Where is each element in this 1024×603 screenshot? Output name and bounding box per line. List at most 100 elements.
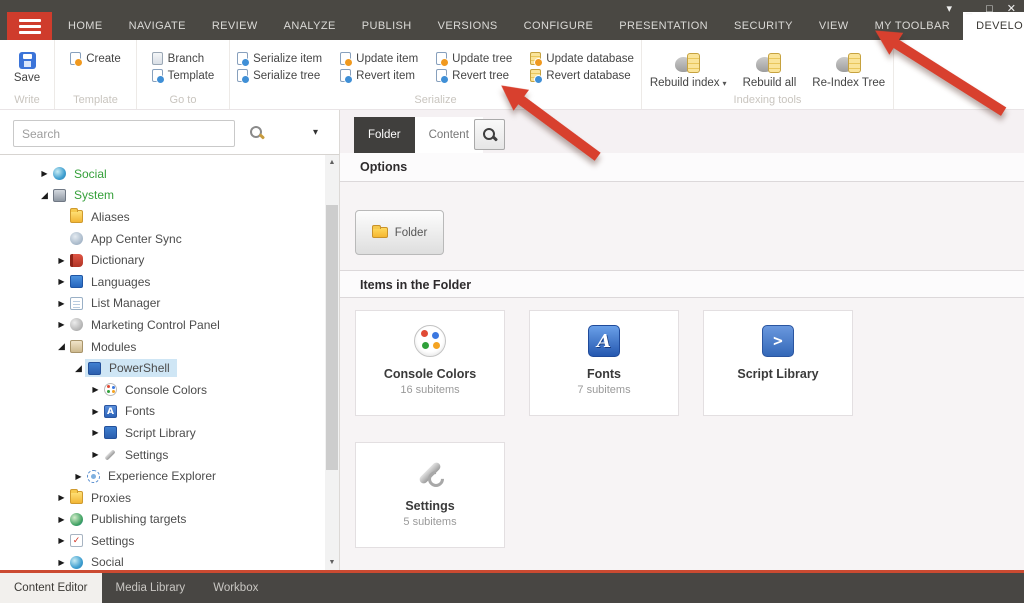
rebuild-index-button[interactable]: Rebuild index▾ bbox=[644, 50, 733, 91]
tree-item-system[interactable]: ◢System bbox=[0, 185, 325, 207]
branch-label: Branch bbox=[168, 53, 204, 65]
expand-icon[interactable]: ▶ bbox=[55, 558, 68, 567]
ribbon-tab-review[interactable]: REVIEW bbox=[199, 12, 271, 40]
explorer-icon bbox=[87, 470, 100, 483]
search-icon[interactable] bbox=[250, 126, 264, 140]
ribbon-tab-analyze[interactable]: ANALYZE bbox=[271, 12, 349, 40]
item-card-settings[interactable]: Settings5 subitems bbox=[355, 442, 505, 548]
re-index-tree-button[interactable]: Re-Index Tree bbox=[806, 50, 891, 91]
app-tab-workbox[interactable]: Workbox bbox=[199, 573, 272, 603]
tree-item-fonts[interactable]: ▶ Fonts bbox=[0, 401, 325, 423]
folder-button-label: Folder bbox=[395, 227, 428, 239]
expand-icon[interactable]: ▶ bbox=[55, 493, 68, 502]
tree-item-settings[interactable]: ▶Settings bbox=[0, 444, 325, 466]
tree-item-languages[interactable]: ▶Languages bbox=[0, 271, 325, 293]
revert-item-label: Revert item bbox=[356, 70, 415, 82]
expand-icon[interactable]: ▶ bbox=[89, 385, 102, 394]
ribbon-tab-home[interactable]: HOME bbox=[55, 12, 116, 40]
expand-icon[interactable]: ▶ bbox=[55, 320, 68, 329]
expand-icon[interactable]: ▶ bbox=[89, 428, 102, 437]
tree-item-proxies[interactable]: ▶Proxies bbox=[0, 487, 325, 509]
scroll-up-icon[interactable]: ▲ bbox=[325, 155, 339, 170]
branch-button[interactable]: Branch bbox=[152, 52, 215, 65]
expand-icon[interactable]: ▶ bbox=[55, 536, 68, 545]
collapse-icon[interactable]: ◢ bbox=[38, 190, 51, 201]
tree-item-label: Modules bbox=[88, 339, 139, 355]
close-icon[interactable]: ✕ bbox=[1007, 1, 1016, 17]
expand-icon[interactable]: ▶ bbox=[55, 515, 68, 524]
item-card-fonts[interactable]: Fonts7 subitems bbox=[529, 310, 679, 416]
tree-item-script-library[interactable]: ▶Script Library bbox=[0, 422, 325, 444]
ribbon-tab-view[interactable]: VIEW bbox=[806, 12, 862, 40]
tree-item-label: App Center Sync bbox=[88, 231, 185, 247]
expand-icon[interactable]: ▶ bbox=[55, 256, 68, 265]
revert-item-icon bbox=[340, 69, 351, 82]
tree-item-experience-explorer[interactable]: ▶Experience Explorer bbox=[0, 465, 325, 487]
update-database-button[interactable]: Update database bbox=[530, 52, 634, 65]
tree-item-app-center-sync[interactable]: App Center Sync bbox=[0, 228, 325, 250]
app-tab-content-editor[interactable]: Content Editor bbox=[0, 573, 102, 603]
expand-icon[interactable]: ▶ bbox=[89, 450, 102, 459]
save-button[interactable]: Save bbox=[8, 50, 46, 86]
rebuild-all-button[interactable]: Rebuild all bbox=[737, 50, 803, 91]
hamburger-menu-icon[interactable] bbox=[7, 12, 52, 40]
tree-item-marketing-control-panel[interactable]: ▶Marketing Control Panel bbox=[0, 314, 325, 336]
tree-item-dictionary[interactable]: ▶ Dictionary bbox=[0, 249, 325, 271]
tree-item-social[interactable]: ▶ Social bbox=[0, 552, 325, 570]
globe-icon bbox=[70, 556, 83, 569]
ribbon-group-label: Write bbox=[0, 94, 54, 106]
scroll-down-icon[interactable]: ▼ bbox=[325, 555, 339, 570]
expand-icon[interactable]: ▶ bbox=[55, 299, 68, 308]
tree-item-label: Fonts bbox=[122, 403, 158, 419]
dropdown-caret-icon: ▾ bbox=[723, 79, 727, 88]
ribbon-tab-presentation[interactable]: PRESENTATION bbox=[606, 12, 721, 40]
serialize-item-icon bbox=[237, 52, 248, 65]
maximize-icon[interactable]: □ bbox=[986, 1, 993, 17]
collapse-icon[interactable]: ◢ bbox=[55, 341, 68, 352]
expand-icon[interactable]: ▶ bbox=[72, 472, 85, 481]
content-search-button[interactable] bbox=[474, 119, 505, 150]
search-input[interactable] bbox=[13, 120, 235, 147]
folder-button[interactable]: Folder bbox=[355, 210, 444, 255]
template-button[interactable]: Template bbox=[152, 69, 215, 82]
update-tree-button[interactable]: Update tree bbox=[436, 52, 512, 65]
update-item-label: Update item bbox=[356, 53, 418, 65]
revert-item-button[interactable]: Revert item bbox=[340, 69, 418, 82]
tree-item-modules[interactable]: ◢ Modules bbox=[0, 336, 325, 358]
tree-item-social[interactable]: ▶Social bbox=[0, 163, 325, 185]
ribbon-tab-publish[interactable]: PUBLISH bbox=[349, 12, 425, 40]
search-options-caret-icon[interactable]: ▾ bbox=[313, 127, 318, 138]
ribbon-tab-navigate[interactable]: NAVIGATE bbox=[116, 12, 199, 40]
item-card-console-colors[interactable]: Console Colors16 subitems bbox=[355, 310, 505, 416]
tree-item-list-manager[interactable]: ▶List Manager bbox=[0, 293, 325, 315]
serialize-tree-button[interactable]: Serialize tree bbox=[237, 69, 322, 82]
tree-item-powershell[interactable]: ◢PowerShell bbox=[0, 357, 325, 379]
collapse-icon[interactable]: ◢ bbox=[72, 363, 85, 374]
update-item-button[interactable]: Update item bbox=[340, 52, 418, 65]
tree-item-publishing-targets[interactable]: ▶Publishing targets bbox=[0, 509, 325, 531]
item-card-script-library[interactable]: Script Library bbox=[703, 310, 853, 416]
serialize-item-button[interactable]: Serialize item bbox=[237, 52, 322, 65]
expand-icon[interactable]: ▶ bbox=[55, 277, 68, 286]
ribbon-tab-configure[interactable]: CONFIGURE bbox=[511, 12, 607, 40]
ribbon-tab-security[interactable]: SECURITY bbox=[721, 12, 806, 40]
app-tab-media-library[interactable]: Media Library bbox=[102, 573, 200, 603]
tree-item-console-colors[interactable]: ▶Console Colors bbox=[0, 379, 325, 401]
ribbon-group-label: Serialize bbox=[230, 94, 641, 106]
create-button[interactable]: Create bbox=[70, 52, 121, 65]
scrollbar-thumb[interactable] bbox=[326, 205, 338, 470]
tree-item-settings[interactable]: ▶Settings bbox=[0, 530, 325, 552]
tab-folder[interactable]: Folder bbox=[354, 117, 415, 153]
tree-item-label: Dictionary bbox=[88, 252, 147, 268]
tree-item-aliases[interactable]: Aliases bbox=[0, 206, 325, 228]
tree-scrollbar[interactable]: ▲ ▼ bbox=[325, 155, 339, 570]
expand-icon[interactable]: ▶ bbox=[89, 407, 102, 416]
tree-item-label: Social bbox=[88, 554, 127, 570]
ribbon-options-caret-icon[interactable]: ▾ bbox=[946, 1, 952, 17]
ribbon-tab-versions[interactable]: VERSIONS bbox=[425, 12, 511, 40]
revert-database-button[interactable]: Revert database bbox=[530, 69, 634, 82]
expand-icon[interactable]: ▶ bbox=[38, 169, 51, 178]
tab-content[interactable]: Content bbox=[415, 117, 483, 153]
minimize-icon[interactable]: _ bbox=[966, 1, 972, 17]
revert-tree-button[interactable]: Revert tree bbox=[436, 69, 512, 82]
